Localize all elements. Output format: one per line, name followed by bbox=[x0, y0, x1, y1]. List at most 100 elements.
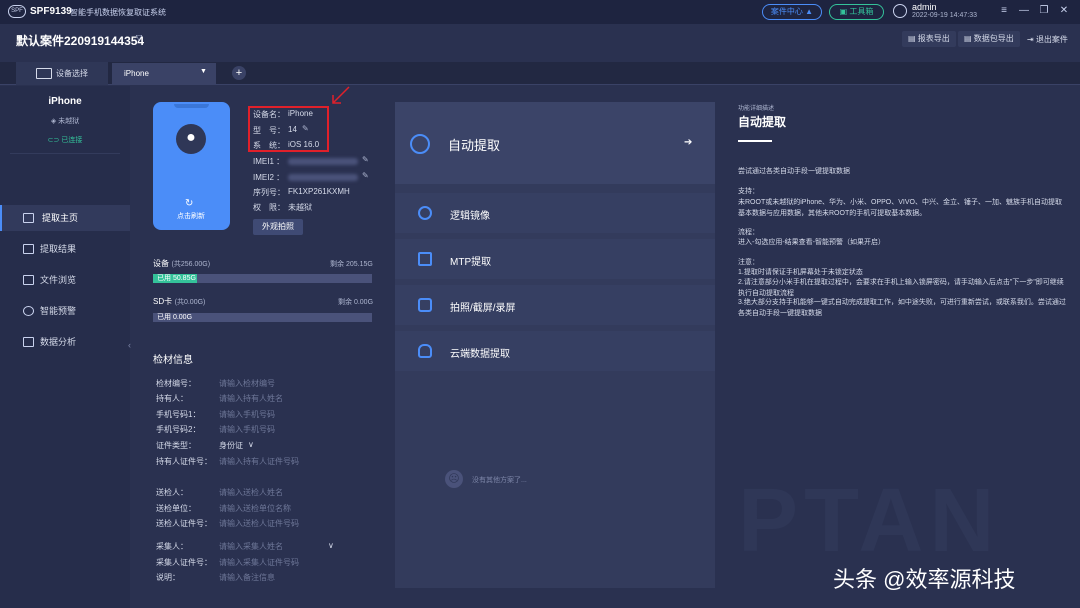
info-field-input[interactable]: 请输入备注信息 bbox=[219, 572, 275, 583]
auto-extract-card[interactable] bbox=[395, 102, 715, 184]
device-storage-remaining: 剩余 205.15G bbox=[330, 261, 373, 268]
close-icon[interactable]: ✕ bbox=[1058, 5, 1070, 16]
case-center-button[interactable]: 案件中心 ▲ bbox=[762, 4, 822, 20]
data-export-button[interactable]: ▤ 数据包导出 bbox=[958, 31, 1020, 47]
maximize-icon[interactable]: ❐ bbox=[1038, 5, 1050, 16]
serial-value: FK1XP261KXMH bbox=[288, 187, 350, 196]
jailbreak-status: ◈ 未越狱 bbox=[0, 116, 130, 126]
menu-icon[interactable]: ≡ bbox=[998, 5, 1010, 16]
detail-flow-text: 进入-勾选应用-结果查看-智能预警（如果开启） bbox=[738, 239, 885, 246]
info-field-label: 采集人证件号： bbox=[156, 558, 212, 567]
exit-case-label: 退出案件 bbox=[1035, 35, 1068, 44]
detail-note-3: 3.绝大部分支持手机能够一键式自动完成提取工作，如中途失败，可进行重新尝试，或联… bbox=[738, 299, 1066, 317]
connection-label: 已连接 bbox=[61, 137, 83, 144]
evidence-info-title: 检材信息 bbox=[153, 355, 193, 366]
sidebar-divider bbox=[10, 153, 120, 154]
detail-note-2: 2.请注意部分小米手机在提取过程中，会要求在手机上输入锁屏密码，请手动输入后点击… bbox=[738, 279, 1064, 297]
sidebar-item-smart-alert[interactable]: 智能预警 bbox=[0, 298, 130, 324]
device-storage-title: 设备 bbox=[153, 259, 169, 268]
exit-case-button[interactable]: ⇥ 退出案件 bbox=[1027, 34, 1068, 45]
info-field-input[interactable]: 请输入送检人姓名 bbox=[219, 487, 283, 498]
info-field-label: 手机号码1： bbox=[156, 410, 201, 419]
info-field-input[interactable]: 请输入持有人证件号码 bbox=[219, 456, 299, 467]
info-field-input[interactable]: 请输入手机号码 bbox=[219, 409, 275, 420]
minimize-icon[interactable]: — bbox=[1018, 5, 1030, 16]
cloud-icon bbox=[418, 344, 432, 358]
exterior-photo-button[interactable]: 外观拍照 bbox=[253, 219, 303, 235]
imei2-key: IMEI2 ： bbox=[253, 173, 285, 182]
apple-icon: ● bbox=[176, 124, 206, 154]
device-storage-bar: 已用 50.85G bbox=[153, 274, 372, 283]
permission-value: 未越狱 bbox=[288, 203, 312, 212]
watermark-text: 头条 @效率源科技 bbox=[833, 567, 1016, 592]
sd-storage-remaining: 剩余 0.00G bbox=[338, 299, 374, 306]
user-name: admin bbox=[912, 2, 937, 12]
imei1-redacted bbox=[288, 158, 358, 165]
device-storage-fill: 已用 50.85G bbox=[153, 274, 197, 283]
refresh-label[interactable]: 点击刷新 bbox=[166, 211, 216, 221]
camera-icon bbox=[418, 298, 432, 312]
package-icon: ▤ bbox=[964, 34, 974, 43]
imei1-key: IMEI1 ： bbox=[253, 157, 285, 166]
info-field-label: 持有人： bbox=[156, 394, 188, 403]
user-avatar-icon[interactable] bbox=[893, 4, 907, 18]
toolbox-button[interactable]: ▣ 工具箱 bbox=[829, 4, 884, 20]
connection-status: ⊂⊃ 已连接 bbox=[0, 135, 130, 145]
sidebar-item-extract-home[interactable]: 提取主页 bbox=[0, 205, 130, 231]
info-field-input[interactable]: 请输入手机号码 bbox=[219, 424, 275, 435]
analysis-icon bbox=[23, 337, 34, 347]
sd-storage-title: SD卡 bbox=[153, 297, 173, 306]
app-name: 智能手机数据恢复取证系统 bbox=[70, 8, 166, 17]
option-mtp-label: MTP提取 bbox=[450, 257, 492, 268]
results-icon bbox=[23, 244, 34, 254]
caret-down-icon[interactable]: ▼ bbox=[200, 68, 207, 75]
home-icon bbox=[23, 213, 34, 223]
option-cloud[interactable] bbox=[395, 331, 715, 371]
chevron-down-icon[interactable]: ∨ bbox=[248, 440, 254, 449]
folder-icon bbox=[23, 275, 34, 285]
arrow-right-icon[interactable]: ➔ bbox=[684, 137, 692, 148]
edit-imei2-icon[interactable]: ✎ bbox=[362, 171, 369, 180]
detail-title: 自动提取 bbox=[738, 115, 787, 129]
sidebar-item-data-analysis[interactable]: 数据分析 bbox=[0, 329, 130, 355]
option-mtp[interactable] bbox=[395, 239, 715, 279]
info-field-label: 送检人： bbox=[156, 488, 188, 497]
option-logical-image[interactable] bbox=[395, 193, 715, 233]
info-field-input[interactable]: 请输入采集人姓名 bbox=[219, 541, 283, 552]
alert-icon bbox=[23, 306, 34, 316]
sidebar-item-extract-results[interactable]: 提取结果 bbox=[0, 236, 130, 262]
data-export-label: 数据包导出 bbox=[973, 34, 1014, 43]
report-export-label: 报表导出 bbox=[917, 34, 950, 43]
detail-small-label: 功能详细描述 bbox=[738, 106, 775, 112]
add-device-button[interactable]: + bbox=[232, 66, 246, 80]
sidebar-item-file-browse[interactable]: 文件浏览 bbox=[0, 267, 130, 293]
info-field-input[interactable]: 请输入送检人证件号码 bbox=[219, 518, 299, 529]
edit-imei1-icon[interactable]: ✎ bbox=[362, 155, 369, 164]
info-field-input[interactable]: 身份证 bbox=[219, 440, 243, 451]
info-field-label: 采集人： bbox=[156, 542, 188, 551]
detail-support-text: 未ROOT或未越狱的iPhone、华为、小米、OPPO、VIVO、中兴、金立、锤… bbox=[738, 199, 1062, 217]
device-select-tab[interactable]: 设备选择 bbox=[16, 62, 108, 85]
info-field-label: 说明： bbox=[156, 573, 180, 582]
info-field-input[interactable]: 请输入持有人姓名 bbox=[219, 393, 283, 404]
chevron-down-icon[interactable]: ▽ bbox=[136, 33, 142, 42]
briefcase-icon: ▣ bbox=[839, 7, 848, 16]
phone-notch bbox=[174, 104, 209, 108]
case-center-label: 案件中心 bbox=[770, 7, 803, 16]
report-icon: ▤ bbox=[908, 34, 918, 43]
info-field-input[interactable]: 请输入检材编号 bbox=[219, 378, 275, 389]
collapse-sidebar-icon[interactable]: ‹ bbox=[128, 340, 131, 350]
info-field-input[interactable]: 请输入采集人证件号码 bbox=[219, 557, 299, 568]
info-field-label: 证件类型： bbox=[156, 441, 196, 450]
refresh-icon[interactable]: ↻ bbox=[185, 198, 193, 209]
report-export-button[interactable]: ▤ 报表导出 bbox=[902, 31, 956, 47]
case-title[interactable]: 默认案件220919144354 bbox=[16, 32, 144, 49]
info-field-input[interactable]: 请输入送检单位名称 bbox=[219, 503, 291, 514]
option-photo[interactable] bbox=[395, 285, 715, 325]
auto-extract-title: 自动提取 bbox=[448, 138, 501, 153]
chevron-down-icon[interactable]: ∨ bbox=[328, 541, 334, 550]
globe-icon bbox=[410, 134, 430, 154]
option-logical-image-label: 逻辑镜像 bbox=[450, 211, 490, 222]
info-field-label: 送检单位： bbox=[156, 504, 196, 513]
info-field-label: 持有人证件号： bbox=[156, 457, 212, 466]
